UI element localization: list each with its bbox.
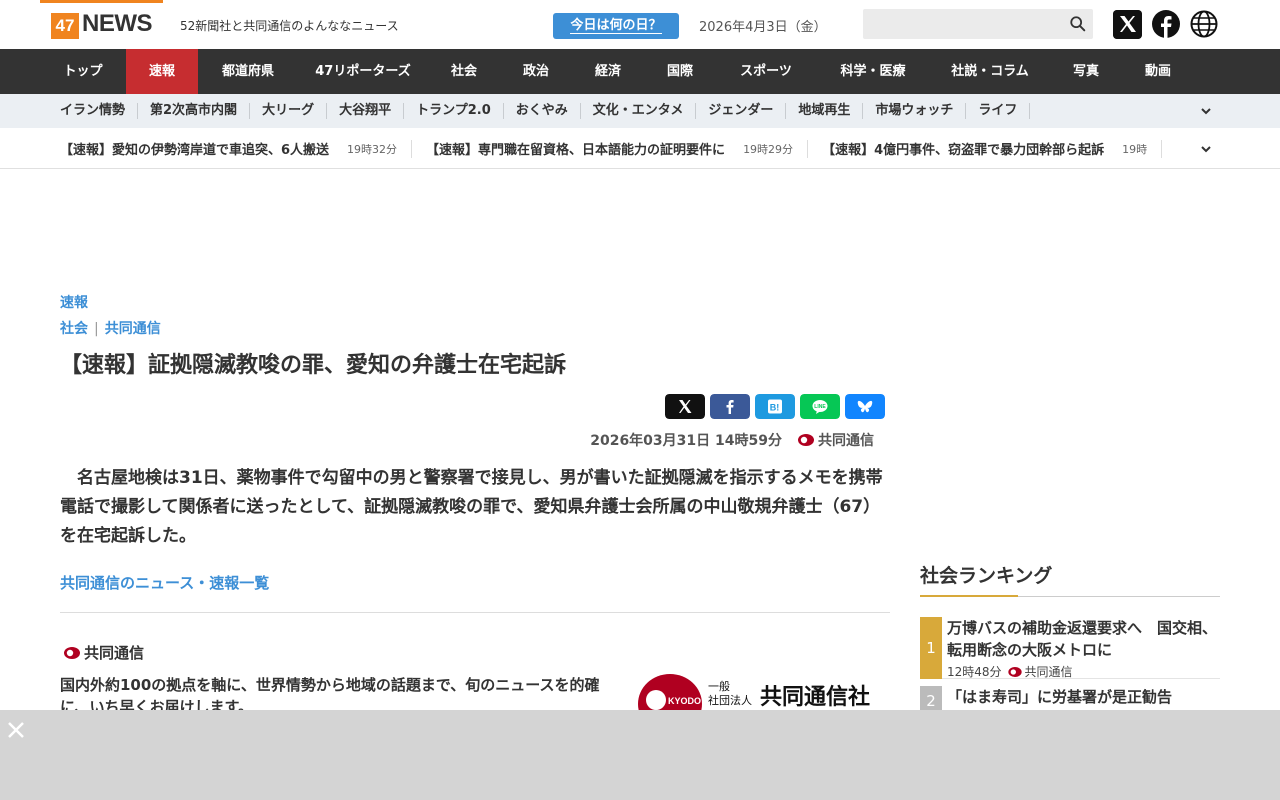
kyodo-mark-icon: [798, 434, 814, 446]
ticker-item[interactable]: 【速報】4億円事件、窃盗罪で暴力団幹部ら起訴 19時: [822, 139, 1163, 158]
ranking-title-accent: [920, 595, 1018, 597]
nav-item[interactable]: スポーツ: [716, 49, 816, 94]
today-button-label: 今日は何の日？: [570, 18, 662, 34]
share-facebook-icon[interactable]: [710, 394, 750, 419]
ranking-title-label: 社会ランキング: [920, 565, 1053, 587]
ticker-time: 19時32分: [347, 142, 398, 156]
rank-meta: 12時48分 共同通信: [947, 663, 1073, 680]
topic-navigation: イラン情勢 第2次高市内閣 大リーグ 大谷翔平 トランプ2.0 おくやみ 文化・エンタメ ジェ…: [0, 94, 1280, 128]
divider: [60, 612, 890, 613]
topic-item[interactable]: 大谷翔平: [327, 103, 405, 119]
source-profile-name: 共同通信: [64, 642, 144, 663]
more-news-link[interactable]: 共同通信のニュース・速報一覧: [60, 572, 269, 593]
category-link[interactable]: 社会: [60, 321, 88, 337]
rank-title[interactable]: 万博バスの補助金返還要求へ 国交相、転用断念の大阪メトロに: [947, 617, 1217, 661]
nav-item[interactable]: 速報: [126, 49, 198, 94]
topic-item[interactable]: 大リーグ: [250, 103, 328, 119]
article-headline: 【速報】証拠隠滅教唆の罪、愛知の弁護士在宅起訴: [60, 353, 567, 378]
topic-item[interactable]: 第2次高市内閣: [138, 103, 251, 119]
rank-time: 12時48分: [947, 665, 1002, 679]
rank-number: 1: [920, 617, 942, 679]
globe-language-icon[interactable]: [1190, 10, 1218, 38]
share-bluesky-icon[interactable]: [845, 394, 885, 419]
ranking-sidebar: 社会ランキング 1 万博バスの補助金返還要求へ 国交相、転用断念の大阪メトロに …: [920, 560, 1220, 726]
breaking-news-ticker: 【速報】愛知の伊勢湾岸道で車追突、6人搬送 19時32分 【速報】専門職在留資格、日…: [0, 128, 1280, 169]
ticker-item[interactable]: 【速報】専門職在留資格、日本語能力の証明要件に 19時29分: [426, 139, 809, 158]
site-header: 47 NEWS 52新聞社と共同通信のよんななニュース 今日は何の日？ 2026…: [0, 0, 1280, 49]
ticker-title[interactable]: 【速報】愛知の伊勢湾岸道で車追突、6人搬送: [60, 139, 329, 158]
bottom-ad-overlay: [0, 710, 1280, 800]
nav-item[interactable]: 社説・コラム: [930, 49, 1050, 94]
kyodo-mark-icon: [1007, 666, 1022, 677]
nav-item[interactable]: 動画: [1122, 49, 1194, 94]
site-tagline: 52新聞社と共同通信のよんななニュース: [180, 19, 399, 33]
svg-text:LINE: LINE: [814, 404, 826, 410]
article-source[interactable]: 共同通信: [818, 430, 874, 450]
search-input[interactable]: [863, 9, 1093, 39]
logo-top-bar: [40, 0, 163, 3]
topic-item[interactable]: 地域再生: [786, 103, 864, 119]
nav-item[interactable]: 科学・医療: [816, 49, 930, 94]
share-buttons: B! LINE: [665, 394, 885, 419]
nav-item[interactable]: 政治: [500, 49, 572, 94]
rank-title[interactable]: 「はま寿司」に労基署が是正勧告: [947, 686, 1217, 708]
topic-list: イラン情勢 第2次高市内閣 大リーグ 大谷翔平 トランプ2.0 おくやみ 文化・エンタメ ジェ…: [48, 94, 1031, 128]
nav-item[interactable]: 国際: [644, 49, 716, 94]
topic-item[interactable]: ライフ: [966, 103, 1031, 119]
chevron-down-icon[interactable]: [1199, 104, 1213, 118]
ranking-title: 社会ランキング: [920, 560, 1220, 597]
source-name-label[interactable]: 共同通信: [84, 642, 144, 663]
share-line-icon[interactable]: LINE: [800, 394, 840, 419]
topic-item[interactable]: トランプ2.0: [404, 103, 504, 119]
ticker-time: 19時29分: [743, 142, 794, 156]
article-body: 名古屋地検は31日、薬物事件で勾留中の男と警察署で接見し、男が書いた証拠隠滅を指…: [60, 468, 883, 546]
rank-source: 共同通信: [1024, 665, 1073, 679]
category-separator: |: [94, 321, 99, 337]
logo-number: 47: [51, 13, 79, 39]
article: 速報 社会 | 共同通信 【速報】証拠隠滅教唆の罪、愛知の弁護士在宅起訴 B! LI…: [60, 292, 890, 734]
nav-item[interactable]: 写真: [1050, 49, 1122, 94]
site-logo[interactable]: 47 NEWS: [40, 0, 163, 40]
nav-item[interactable]: 経済: [572, 49, 644, 94]
article-categories: 社会 | 共同通信: [60, 316, 890, 342]
kyodo-logo-small: 一般: [708, 680, 730, 693]
ticker-title[interactable]: 【速報】4億円事件、窃盗罪で暴力団幹部ら起訴: [822, 139, 1104, 158]
topic-item[interactable]: おくやみ: [504, 103, 581, 119]
share-hatena-icon[interactable]: B!: [755, 394, 795, 419]
nav-item[interactable]: 47リポーターズ: [298, 49, 428, 94]
close-icon[interactable]: [6, 720, 26, 740]
search-icon[interactable]: [1069, 15, 1087, 33]
kyodo-mark-icon: [64, 646, 80, 659]
nav-item[interactable]: トップ: [40, 49, 126, 94]
article-meta: 2026年03月31日 14時59分 共同通信: [590, 430, 874, 450]
nav-item[interactable]: 社会: [428, 49, 500, 94]
topic-item[interactable]: イラン情勢: [48, 103, 139, 119]
ticker-item[interactable]: 【速報】愛知の伊勢湾岸道で車追突、6人搬送 19時32分: [60, 139, 413, 158]
topic-item[interactable]: 文化・エンタメ: [581, 103, 697, 119]
kyodo-logo-mark: KYODO: [668, 696, 701, 706]
kyodo-logo-small-2: 社団法人: [708, 693, 752, 707]
svg-text:B!: B!: [770, 403, 780, 413]
ticker-time: 19時: [1122, 142, 1148, 156]
ranking-item[interactable]: 1 万博バスの補助金返還要求へ 国交相、転用断念の大阪メトロに 12時48分 共…: [920, 617, 1220, 679]
share-x-icon[interactable]: [665, 394, 705, 419]
today-in-history-button[interactable]: 今日は何の日？: [553, 13, 679, 39]
topic-item[interactable]: 市場ウォッチ: [863, 103, 967, 119]
logo-word: NEWS: [82, 10, 153, 37]
source-link[interactable]: 共同通信: [105, 321, 161, 337]
ticker-list: 【速報】愛知の伊勢湾岸道で車追突、6人搬送 19時32分 【速報】専門職在留資格、日…: [60, 128, 1190, 168]
main-navigation: トップ 速報 都道府県 47リポーターズ 社会 政治 経済 国際 スポーツ 科学・医療 社説・コラム…: [0, 49, 1280, 94]
article-datetime: 2026年03月31日 14時59分: [590, 433, 782, 449]
ticker-chevron-down-icon[interactable]: [1199, 142, 1213, 156]
x-twitter-icon[interactable]: [1113, 10, 1142, 39]
facebook-icon[interactable]: [1152, 10, 1180, 38]
ticker-title[interactable]: 【速報】専門職在留資格、日本語能力の証明要件に: [426, 139, 725, 158]
current-date: 2026年4月3日（金）: [699, 20, 827, 35]
topic-item[interactable]: ジェンダー: [696, 103, 787, 119]
article-kicker[interactable]: 速報: [60, 292, 890, 314]
nav-item[interactable]: 都道府県: [198, 49, 298, 94]
kyodo-logo-big: 共同通信社: [760, 684, 870, 710]
